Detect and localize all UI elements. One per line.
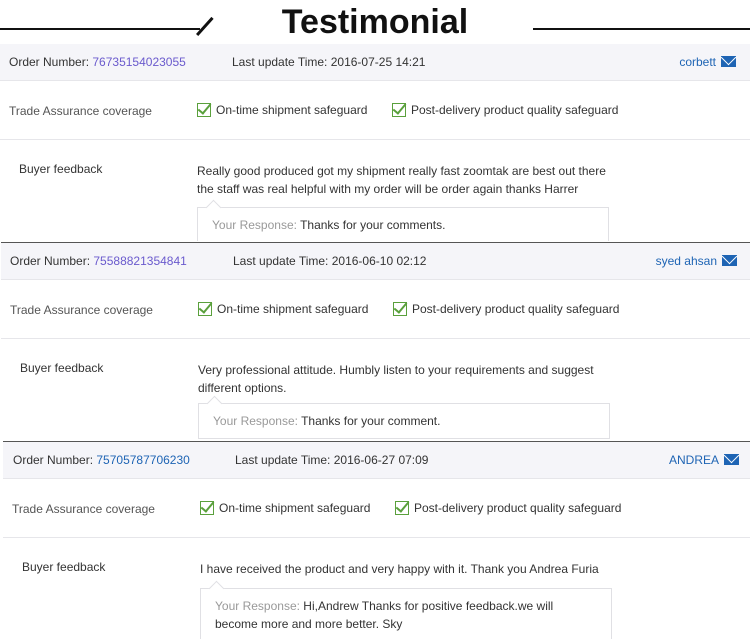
checkbox-check-icon <box>395 501 409 515</box>
envelope-icon[interactable] <box>724 454 739 465</box>
checkbox-check-icon <box>198 302 212 316</box>
checkbox-check-icon <box>393 302 407 316</box>
postdelivery-safeguard: Post-delivery product quality safeguard <box>392 103 618 117</box>
order-number: Order Number: 76735154023055 <box>9 55 186 69</box>
trade-assurance-row: Trade Assurance coverage On-time shipmen… <box>3 479 750 538</box>
buyer-contact[interactable]: corbett <box>679 55 736 69</box>
checkbox-check-icon <box>392 103 406 117</box>
last-update: Last update Time: 2016-06-27 07:09 <box>235 453 429 467</box>
buyer-contact[interactable]: ANDREA <box>669 453 739 467</box>
buyer-feedback-text: Really good produced got my shipment rea… <box>197 164 606 196</box>
order-number: Order Number: 75705787706230 <box>13 453 190 467</box>
postdelivery-safeguard: Post-delivery product quality safeguard <box>395 501 621 515</box>
trade-assurance-label: Trade Assurance coverage <box>12 502 155 516</box>
trade-assurance-label: Trade Assurance coverage <box>9 104 152 118</box>
last-update: Last update Time: 2016-07-25 14:21 <box>232 55 426 69</box>
order-number: Order Number: 75588821354841 <box>10 254 187 268</box>
buyer-name[interactable]: corbett <box>679 55 716 69</box>
trade-assurance-label: Trade Assurance coverage <box>10 303 153 317</box>
order-number-link[interactable]: 75588821354841 <box>93 254 186 268</box>
order-info-bar: Order Number: 76735154023055 Last update… <box>0 44 750 81</box>
buyer-feedback-label: Buyer feedback <box>20 361 104 375</box>
last-update: Last update Time: 2016-06-10 02:12 <box>233 254 427 268</box>
trade-assurance-row: Trade Assurance coverage On-time shipmen… <box>1 280 750 339</box>
buyer-name[interactable]: syed ahsan <box>656 254 717 268</box>
buyer-feedback-text: Very professional attitude. Humbly liste… <box>198 363 594 395</box>
ontime-safeguard: On-time shipment safeguard <box>200 501 370 515</box>
order-number-link[interactable]: 75705787706230 <box>96 453 189 467</box>
ontime-safeguard: On-time shipment safeguard <box>197 103 367 117</box>
page-title: Testimonial <box>281 3 469 41</box>
ontime-safeguard: On-time shipment safeguard <box>198 302 368 316</box>
buyer-name[interactable]: ANDREA <box>669 453 719 467</box>
order-info-bar: Order Number: 75588821354841 Last update… <box>1 243 750 280</box>
seller-response: Your Response: Thanks for your comment. <box>198 403 610 439</box>
order-number-link[interactable]: 76735154023055 <box>92 55 185 69</box>
postdelivery-safeguard: Post-delivery product quality safeguard <box>393 302 619 316</box>
review-card: Order Number: 76735154023055 Last update… <box>0 44 750 241</box>
buyer-feedback-label: Buyer feedback <box>22 560 106 574</box>
buyer-feedback-text: I have received the product and very hap… <box>200 562 599 576</box>
seller-response: Your Response: Hi,Andrew Thanks for posi… <box>200 588 612 639</box>
testimonial-header: Testimonial <box>0 0 750 44</box>
seller-response: Your Response: Thanks for your comments. <box>197 207 609 241</box>
envelope-icon[interactable] <box>721 56 736 67</box>
review-card: Order Number: 75705787706230 Last update… <box>3 441 750 639</box>
review-card: Order Number: 75588821354841 Last update… <box>1 242 750 441</box>
trade-assurance-row: Trade Assurance coverage On-time shipmen… <box>0 81 750 140</box>
envelope-icon[interactable] <box>722 255 737 266</box>
checkbox-check-icon <box>200 501 214 515</box>
checkbox-check-icon <box>197 103 211 117</box>
order-info-bar: Order Number: 75705787706230 Last update… <box>3 442 750 479</box>
buyer-feedback-label: Buyer feedback <box>19 162 103 176</box>
buyer-contact[interactable]: syed ahsan <box>656 254 737 268</box>
